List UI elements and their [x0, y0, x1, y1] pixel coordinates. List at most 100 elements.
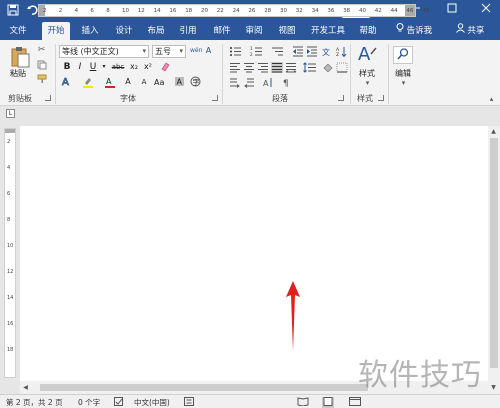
chevron-down-icon[interactable]: ▾ — [362, 78, 373, 89]
collapse-ribbon-icon[interactable]: ▴ — [486, 94, 497, 105]
word-count[interactable]: 0 个字 — [78, 397, 100, 408]
svg-text:A: A — [106, 77, 112, 86]
character-border-icon[interactable]: A — [203, 45, 214, 56]
tab-mailings[interactable]: 邮件 — [210, 22, 234, 40]
chevron-down-icon[interactable]: ▾ — [398, 78, 409, 89]
horizontal-ruler[interactable]: 2 2 4 6 8 10 12 14 16 18 20 22 24 26 28 30 32 34 36 38 40 42 4… — [38, 4, 429, 17]
text-direction-icon[interactable]: A — [262, 77, 274, 88]
align-left-icon[interactable] — [229, 62, 241, 73]
font-name-select[interactable]: 等线 (中文正文) ▾ — [59, 45, 149, 58]
tell-me-search[interactable]: 告诉我 — [392, 22, 436, 40]
macro-record-icon[interactable] — [184, 397, 194, 408]
multilevel-list-icon[interactable] — [271, 46, 283, 57]
tab-help[interactable]: 帮助 — [356, 22, 380, 40]
ruler-number: 22 — [216, 8, 224, 14]
print-layout-icon[interactable] — [322, 397, 334, 408]
phonetic-guide-icon[interactable]: wén — [190, 45, 202, 56]
styles-icon[interactable]: A — [357, 44, 377, 66]
rtl-text-icon[interactable] — [243, 77, 255, 88]
font-launcher-icon[interactable] — [212, 95, 218, 101]
subscript-button[interactable]: x₂ — [128, 61, 140, 73]
document-page[interactable] — [20, 126, 488, 381]
ruler-number: 48 — [422, 8, 430, 14]
share-button[interactable]: 共享 — [452, 22, 488, 40]
ruler-number: 46 — [406, 8, 414, 14]
tab-references[interactable]: 引用 — [176, 22, 200, 40]
tab-layout[interactable]: 布局 — [144, 22, 168, 40]
styles-launcher-icon[interactable] — [378, 95, 384, 101]
change-case-icon[interactable]: Aa — [154, 76, 165, 87]
borders-icon[interactable] — [336, 62, 348, 73]
italic-button[interactable]: I — [74, 61, 86, 73]
shading-icon[interactable] — [322, 62, 334, 73]
ruler-number: 32 — [295, 8, 303, 14]
strikethrough-button[interactable]: abc — [110, 61, 126, 73]
shrink-font-button[interactable]: A — [138, 76, 150, 88]
tab-home[interactable]: 开始 — [42, 22, 70, 40]
bullets-icon[interactable] — [229, 46, 241, 57]
distributed-icon[interactable] — [285, 62, 297, 73]
scroll-down-icon[interactable]: ▼ — [488, 382, 499, 393]
person-icon — [455, 22, 465, 40]
ruler-number: 30 — [280, 8, 287, 14]
proofing-icon[interactable] — [114, 397, 124, 408]
ribbon-tabs: 文件 开始 插入 设计 布局 引用 邮件 审阅 视图 开发工具 帮助 告诉我 共… — [0, 22, 500, 40]
vertical-ruler[interactable]: 2 4 6 8 10 12 14 16 18 — [4, 128, 16, 378]
ruler-number: 40 — [359, 8, 366, 14]
decrease-indent-icon[interactable] — [292, 46, 304, 57]
search-icon[interactable] — [393, 46, 413, 64]
font-color-icon[interactable]: A — [104, 76, 115, 88]
increase-indent-icon[interactable] — [306, 46, 318, 57]
tab-insert[interactable]: 插入 — [78, 22, 102, 40]
font-size-select[interactable]: 五号 ▾ — [152, 45, 186, 58]
dropdown-arrow-icon[interactable]: ▾ — [98, 61, 110, 73]
align-right-icon[interactable] — [257, 62, 269, 73]
tab-review[interactable]: 审阅 — [242, 22, 266, 40]
tab-selector-icon[interactable]: L — [6, 109, 15, 118]
clear-formatting-icon[interactable] — [160, 61, 171, 72]
character-shading-icon[interactable]: A — [174, 76, 185, 87]
scroll-up-icon[interactable]: ▲ — [488, 126, 499, 137]
text-effects-icon[interactable]: A — [61, 76, 72, 89]
grow-font-button[interactable]: A — [122, 76, 134, 88]
svg-text:文: 文 — [322, 47, 330, 57]
align-center-icon[interactable] — [243, 62, 255, 73]
read-mode-icon[interactable] — [297, 397, 309, 408]
cut-icon[interactable]: ✂ — [36, 45, 47, 56]
maximize-icon[interactable] — [440, 0, 464, 22]
ltr-text-icon[interactable] — [229, 77, 241, 88]
vertical-scrollbar-thumb[interactable] — [490, 138, 498, 368]
sort-icon[interactable]: AZ — [336, 46, 348, 58]
save-icon[interactable] — [6, 4, 20, 18]
tab-file[interactable]: 文件 — [6, 22, 30, 40]
horizontal-scrollbar-thumb[interactable] — [40, 384, 368, 391]
highlight-color-icon[interactable] — [82, 76, 93, 88]
language-indicator[interactable]: 中文(中国) — [134, 397, 170, 408]
copy-icon[interactable] — [36, 60, 47, 71]
format-painter-icon[interactable] — [36, 74, 47, 85]
clipboard-launcher-icon[interactable] — [45, 95, 51, 101]
tab-view[interactable]: 视图 — [275, 22, 299, 40]
bold-button[interactable]: B — [61, 61, 73, 73]
vertical-scrollbar[interactable]: ▲ ▼ — [488, 126, 500, 394]
svg-text:2: 2 — [250, 52, 253, 57]
numbering-icon[interactable]: 12 — [250, 46, 262, 57]
scroll-left-icon[interactable]: ◀ — [20, 382, 31, 393]
close-icon[interactable] — [474, 0, 498, 22]
paragraph-launcher-icon[interactable] — [338, 95, 344, 101]
svg-text:¶: ¶ — [283, 79, 289, 88]
line-spacing-icon[interactable] — [303, 62, 316, 73]
ruler-number: 34 — [311, 8, 319, 14]
page-count[interactable]: 第 2 页，共 2 页 — [6, 397, 63, 408]
chinese-layout-icon[interactable]: 文 — [322, 46, 334, 57]
paste-button[interactable] — [10, 46, 30, 70]
justify-icon[interactable] — [271, 62, 283, 73]
tab-design[interactable]: 设计 — [112, 22, 136, 40]
enclose-characters-icon[interactable]: 字 — [190, 76, 201, 87]
tab-developer[interactable]: 开发工具 — [309, 22, 347, 40]
share-label: 共享 — [467, 26, 485, 36]
superscript-button[interactable]: x² — [142, 61, 154, 73]
show-marks-icon[interactable]: ¶ — [281, 77, 293, 89]
ruler-number: 42 — [374, 8, 382, 14]
web-layout-icon[interactable] — [349, 397, 361, 408]
